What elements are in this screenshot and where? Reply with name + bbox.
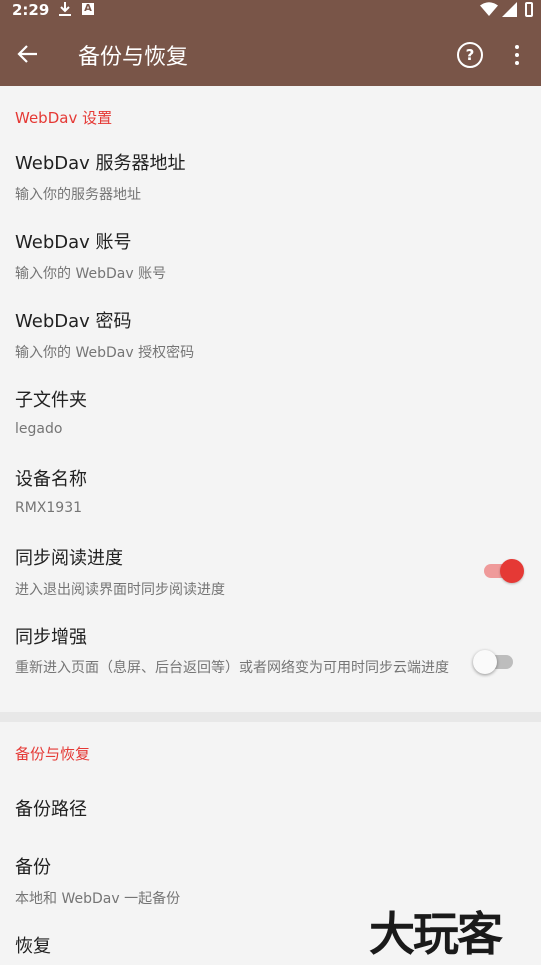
watermark-logo: 大玩客: [369, 907, 503, 961]
sync-progress-switch[interactable]: [484, 559, 524, 583]
section-divider: [0, 712, 541, 722]
section-header-webdav: WebDav 设置: [15, 109, 113, 127]
pref-title: WebDav 服务器地址: [15, 153, 186, 174]
arrow-left-icon: [17, 45, 37, 63]
pref-summary: 输入你的服务器地址: [15, 187, 141, 203]
pref-title: WebDav 账号: [15, 232, 132, 253]
battery-icon: [525, 2, 533, 17]
wifi-icon: [480, 2, 498, 20]
more-menu-button[interactable]: [509, 42, 525, 68]
app-bar: 备份与恢复 ?: [0, 22, 541, 86]
status-bar: 2:29 A: [0, 0, 541, 22]
pref-title: 备份: [15, 857, 51, 878]
pref-title: 备份路径: [15, 799, 87, 820]
pref-title: 同步阅读进度: [15, 548, 123, 569]
help-icon: ?: [465, 46, 475, 64]
pref-summary: RMX1931: [15, 500, 83, 516]
pref-summary: 本地和 WebDav 一起备份: [15, 891, 181, 907]
section-header-backup: 备份与恢复: [15, 745, 91, 763]
switch-thumb: [500, 559, 524, 583]
download-icon: [58, 1, 72, 21]
sync-enhance-switch[interactable]: [473, 650, 513, 674]
pref-summary: 重新进入页面（息屏、后台返回等）或者网络变为可用时同步云端进度: [15, 660, 449, 676]
pref-title: 子文件夹: [15, 390, 87, 411]
signal-icon: [502, 2, 517, 21]
pref-summary: 输入你的 WebDav 授权密码: [15, 345, 195, 361]
top-bar: 2:29 A 备份与恢复 ?: [0, 0, 541, 86]
status-time: 2:29: [12, 1, 50, 19]
pref-summary: 进入退出阅读界面时同步阅读进度: [15, 582, 225, 598]
pref-title: 恢复: [15, 936, 51, 957]
help-button[interactable]: ?: [457, 42, 483, 68]
back-button[interactable]: [14, 40, 42, 68]
page-title: 备份与恢复: [78, 45, 189, 70]
pref-title: 同步增强: [15, 627, 87, 648]
pref-summary: legado: [15, 421, 63, 437]
switch-thumb: [473, 650, 497, 674]
pref-title: 设备名称: [15, 469, 87, 490]
pref-summary: 输入你的 WebDav 账号: [15, 266, 167, 282]
pref-title: WebDav 密码: [15, 311, 132, 332]
a-icon: A: [82, 3, 94, 15]
